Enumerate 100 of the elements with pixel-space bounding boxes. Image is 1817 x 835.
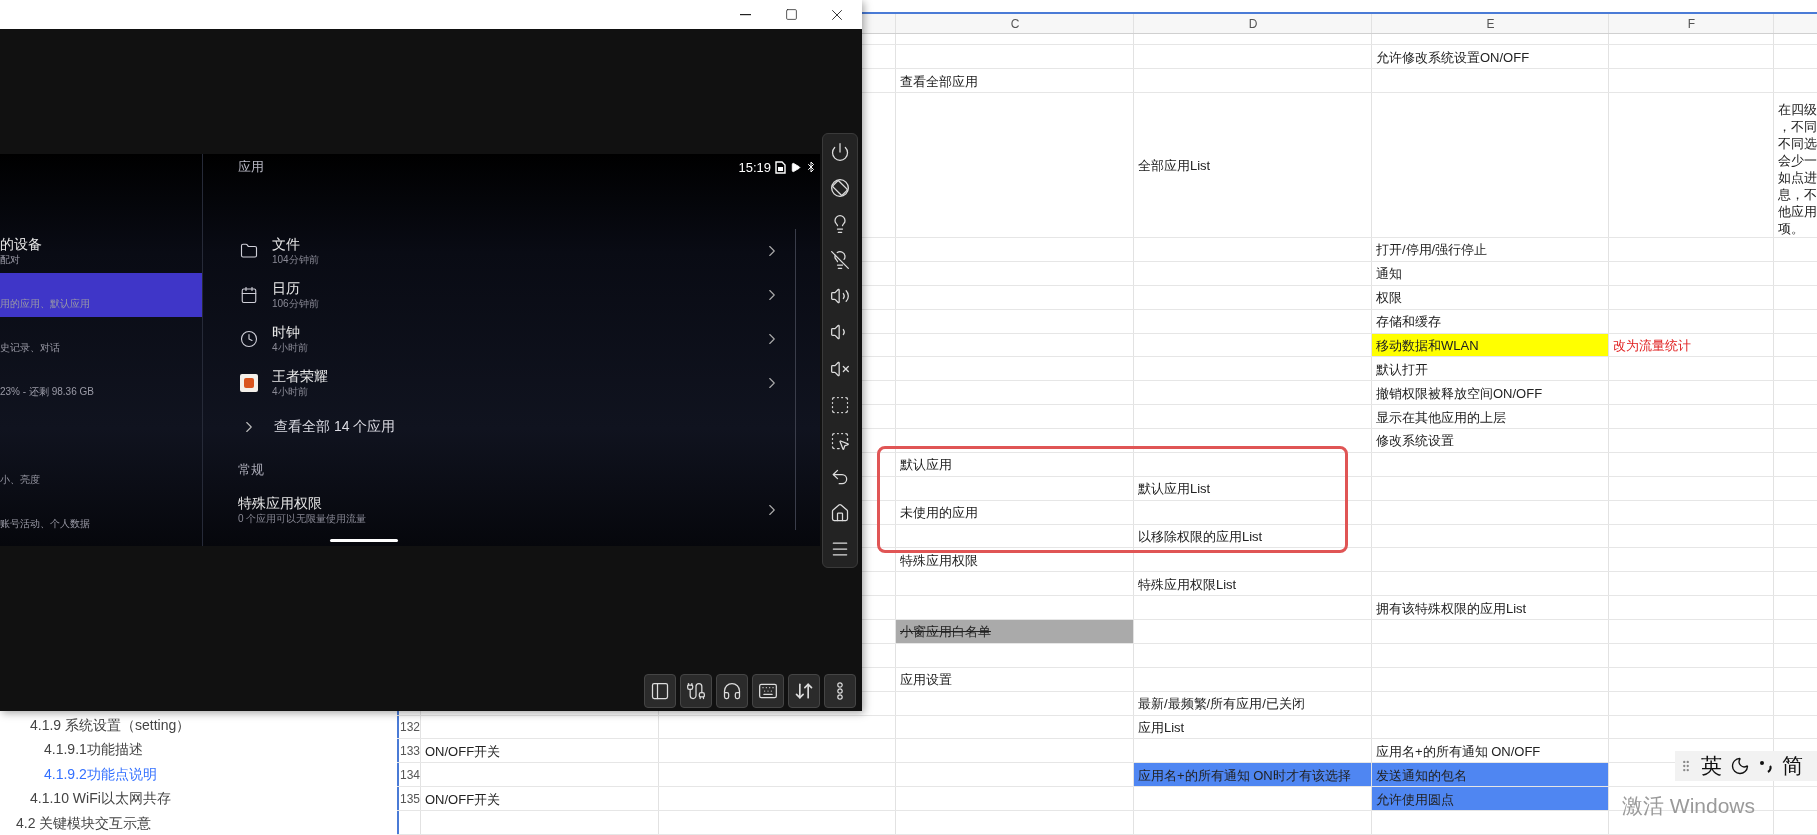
app-row[interactable]: 文件 104分钟前 — [238, 229, 781, 273]
nav-subtitle: 用的应用、默认应用 — [0, 296, 91, 311]
nav-subtitle: 23% - 还剩 98.36 GB — [0, 384, 95, 399]
special-access-row[interactable]: 特殊应用权限 0 个应用可以无限量使用流量 — [238, 490, 781, 530]
calendar-icon — [240, 286, 258, 304]
ime-language[interactable]: 英 — [1701, 752, 1722, 780]
table-cell: 应用名+的所有通知 ON时才有该选择 — [1134, 763, 1371, 787]
status-time: 15:19 — [738, 159, 771, 175]
outline-item[interactable]: 4.1.9.1功能描述 — [0, 737, 143, 762]
table-cell-text: 应用List — [1137, 718, 1186, 737]
setting-subtitle: 0 个应用可以无限量使用流量 — [238, 512, 367, 525]
nav-title: 的设备 — [0, 235, 43, 253]
app-name: 日历 — [272, 280, 301, 297]
table-cell-text: 允许修改系统设置ON/OFF — [1375, 48, 1531, 67]
power-icon[interactable] — [830, 142, 850, 163]
sim-icon — [775, 160, 786, 174]
moon-icon[interactable] — [1730, 756, 1750, 776]
column-header[interactable]: F — [1687, 16, 1696, 31]
table-cell-text: 以移除权限的应用List — [1137, 527, 1264, 546]
maximize-icon — [784, 8, 798, 21]
rotate-icon[interactable] — [830, 178, 850, 199]
dashed-square-pointer-icon[interactable] — [830, 430, 850, 451]
see-all-label: 查看全部 14 个应用 — [274, 418, 396, 436]
play-icon — [790, 161, 801, 173]
table-cell-text: ON/OFF开关 — [424, 790, 502, 809]
table-cell-text: 撤销权限被释放空间ON/OFF — [1375, 384, 1544, 403]
table-cell-text: 应用名+的所有通知 ON/OFF — [1375, 742, 1542, 761]
app-last-used: 4小时前 — [272, 341, 308, 354]
more-button[interactable] — [824, 674, 856, 708]
table-cell-text: ON/OFF开关 — [424, 742, 502, 761]
table-cell-text: 应用设置 — [899, 671, 953, 690]
settings-nav-item[interactable]: 账号活动、个人数据 — [0, 493, 202, 537]
panel-button[interactable] — [644, 674, 676, 708]
nav-subtitle: 账号活动、个人数据 — [0, 516, 91, 531]
panel-icon — [650, 681, 670, 701]
table-cell: 小窗应用白名单 — [896, 620, 1133, 643]
swap-button[interactable] — [788, 674, 820, 708]
app-row[interactable]: 王者荣耀 4小时前 — [238, 361, 781, 405]
activation-notice: 激活 Windows — [1622, 793, 1756, 819]
outline-item[interactable]: 4.1.10 WiFi以太网共存 — [0, 786, 171, 811]
outline-item[interactable]: 4.2 关键模块交互示意 — [0, 810, 152, 835]
table-cell-text: 修改系统设置 — [1375, 432, 1455, 451]
table-cell-text: 通知 — [1375, 265, 1403, 284]
table-cell-text: 拥有该特殊权限的应用List — [1375, 599, 1528, 618]
folder-icon — [240, 242, 258, 260]
app-row[interactable]: 时钟 4小时前 — [238, 317, 781, 361]
settings-nav-item[interactable]: 小、亮度 — [0, 449, 202, 493]
settings-nav-item[interactable]: 史记录、对话 — [0, 317, 202, 361]
column-header[interactable]: D — [1248, 16, 1258, 31]
table-cell-text: 全部应用List — [1137, 157, 1212, 175]
app-name: 王者荣耀 — [272, 368, 328, 385]
row-number: 135 — [400, 791, 420, 806]
dashed-square-icon[interactable] — [830, 394, 850, 415]
section-title: 应用 — [238, 158, 264, 176]
column-header[interactable]: E — [1486, 16, 1495, 31]
table-cell-text: 打开/停用/强行停止 — [1375, 241, 1489, 260]
app-name: 时钟 — [272, 324, 301, 341]
table-cell-text: 改为流量统计 — [1612, 336, 1692, 355]
app-name: 文件 — [272, 236, 301, 253]
keyboard-icon — [758, 681, 778, 701]
row-number: 134 — [400, 767, 420, 782]
settings-nav-item[interactable]: 23% - 还剩 98.36 GB — [0, 361, 202, 405]
bluetooth-icon — [805, 161, 817, 173]
headphones-icon — [722, 681, 742, 701]
cable-icon — [686, 681, 706, 701]
settings-nav-item[interactable]: 的设备 配对 — [0, 229, 202, 273]
app-last-used: 4小时前 — [272, 385, 309, 398]
outline-item[interactable]: 4.1.9 系统设置（setting） — [0, 712, 191, 737]
note-text: 在四级 ，不同 不同选 会少一 如点进 息，不 他应用 项。 — [1778, 101, 1817, 237]
headphones-button[interactable] — [716, 674, 748, 708]
nav-subtitle: 配对 — [0, 252, 21, 267]
ime-script[interactable]: 简 — [1782, 752, 1803, 780]
table-cell-text: 未使用的应用 — [899, 504, 979, 523]
app-last-used: 104分钟前 — [272, 253, 319, 266]
column-header[interactable]: C — [1010, 16, 1020, 31]
table-cell: 发送通知的包名 — [1372, 763, 1608, 787]
app-row[interactable]: 日历 106分钟前 — [238, 273, 781, 317]
keyboard-button[interactable] — [752, 674, 784, 708]
table-cell-text: 查看全部应用 — [899, 72, 979, 91]
table-cell-text: 默认应用List — [1137, 480, 1212, 499]
minimize-icon — [739, 13, 751, 16]
app-last-used: 106分钟前 — [272, 297, 319, 310]
clock-icon — [240, 330, 258, 348]
outline-item[interactable]: 4.1.9.2功能点说明 — [0, 761, 157, 786]
table-cell-text: 特殊应用权限 — [899, 551, 979, 570]
setting-title: 特殊应用权限 — [238, 495, 323, 512]
table-cell: 移动数据和WLAN — [1372, 333, 1608, 357]
see-all-row[interactable]: 查看全部 14 个应用 — [238, 405, 781, 449]
more-icon — [837, 682, 843, 700]
nav-subtitle: 小、亮度 — [0, 472, 41, 487]
group-title: 常规 — [238, 460, 264, 479]
table-cell-text: 权限 — [1375, 289, 1403, 308]
home-icon[interactable] — [830, 502, 850, 523]
table-cell-text: 默认应用 — [899, 456, 953, 475]
row-number: 133 — [400, 743, 420, 758]
table-cell: 允许使用圆点 — [1372, 787, 1608, 810]
lightbulb-off-icon[interactable] — [830, 250, 850, 271]
table-cell-text: 默认打开 — [1375, 360, 1429, 379]
table-cell-text: 特殊应用权限List — [1137, 575, 1238, 594]
cable-button[interactable] — [680, 674, 712, 708]
